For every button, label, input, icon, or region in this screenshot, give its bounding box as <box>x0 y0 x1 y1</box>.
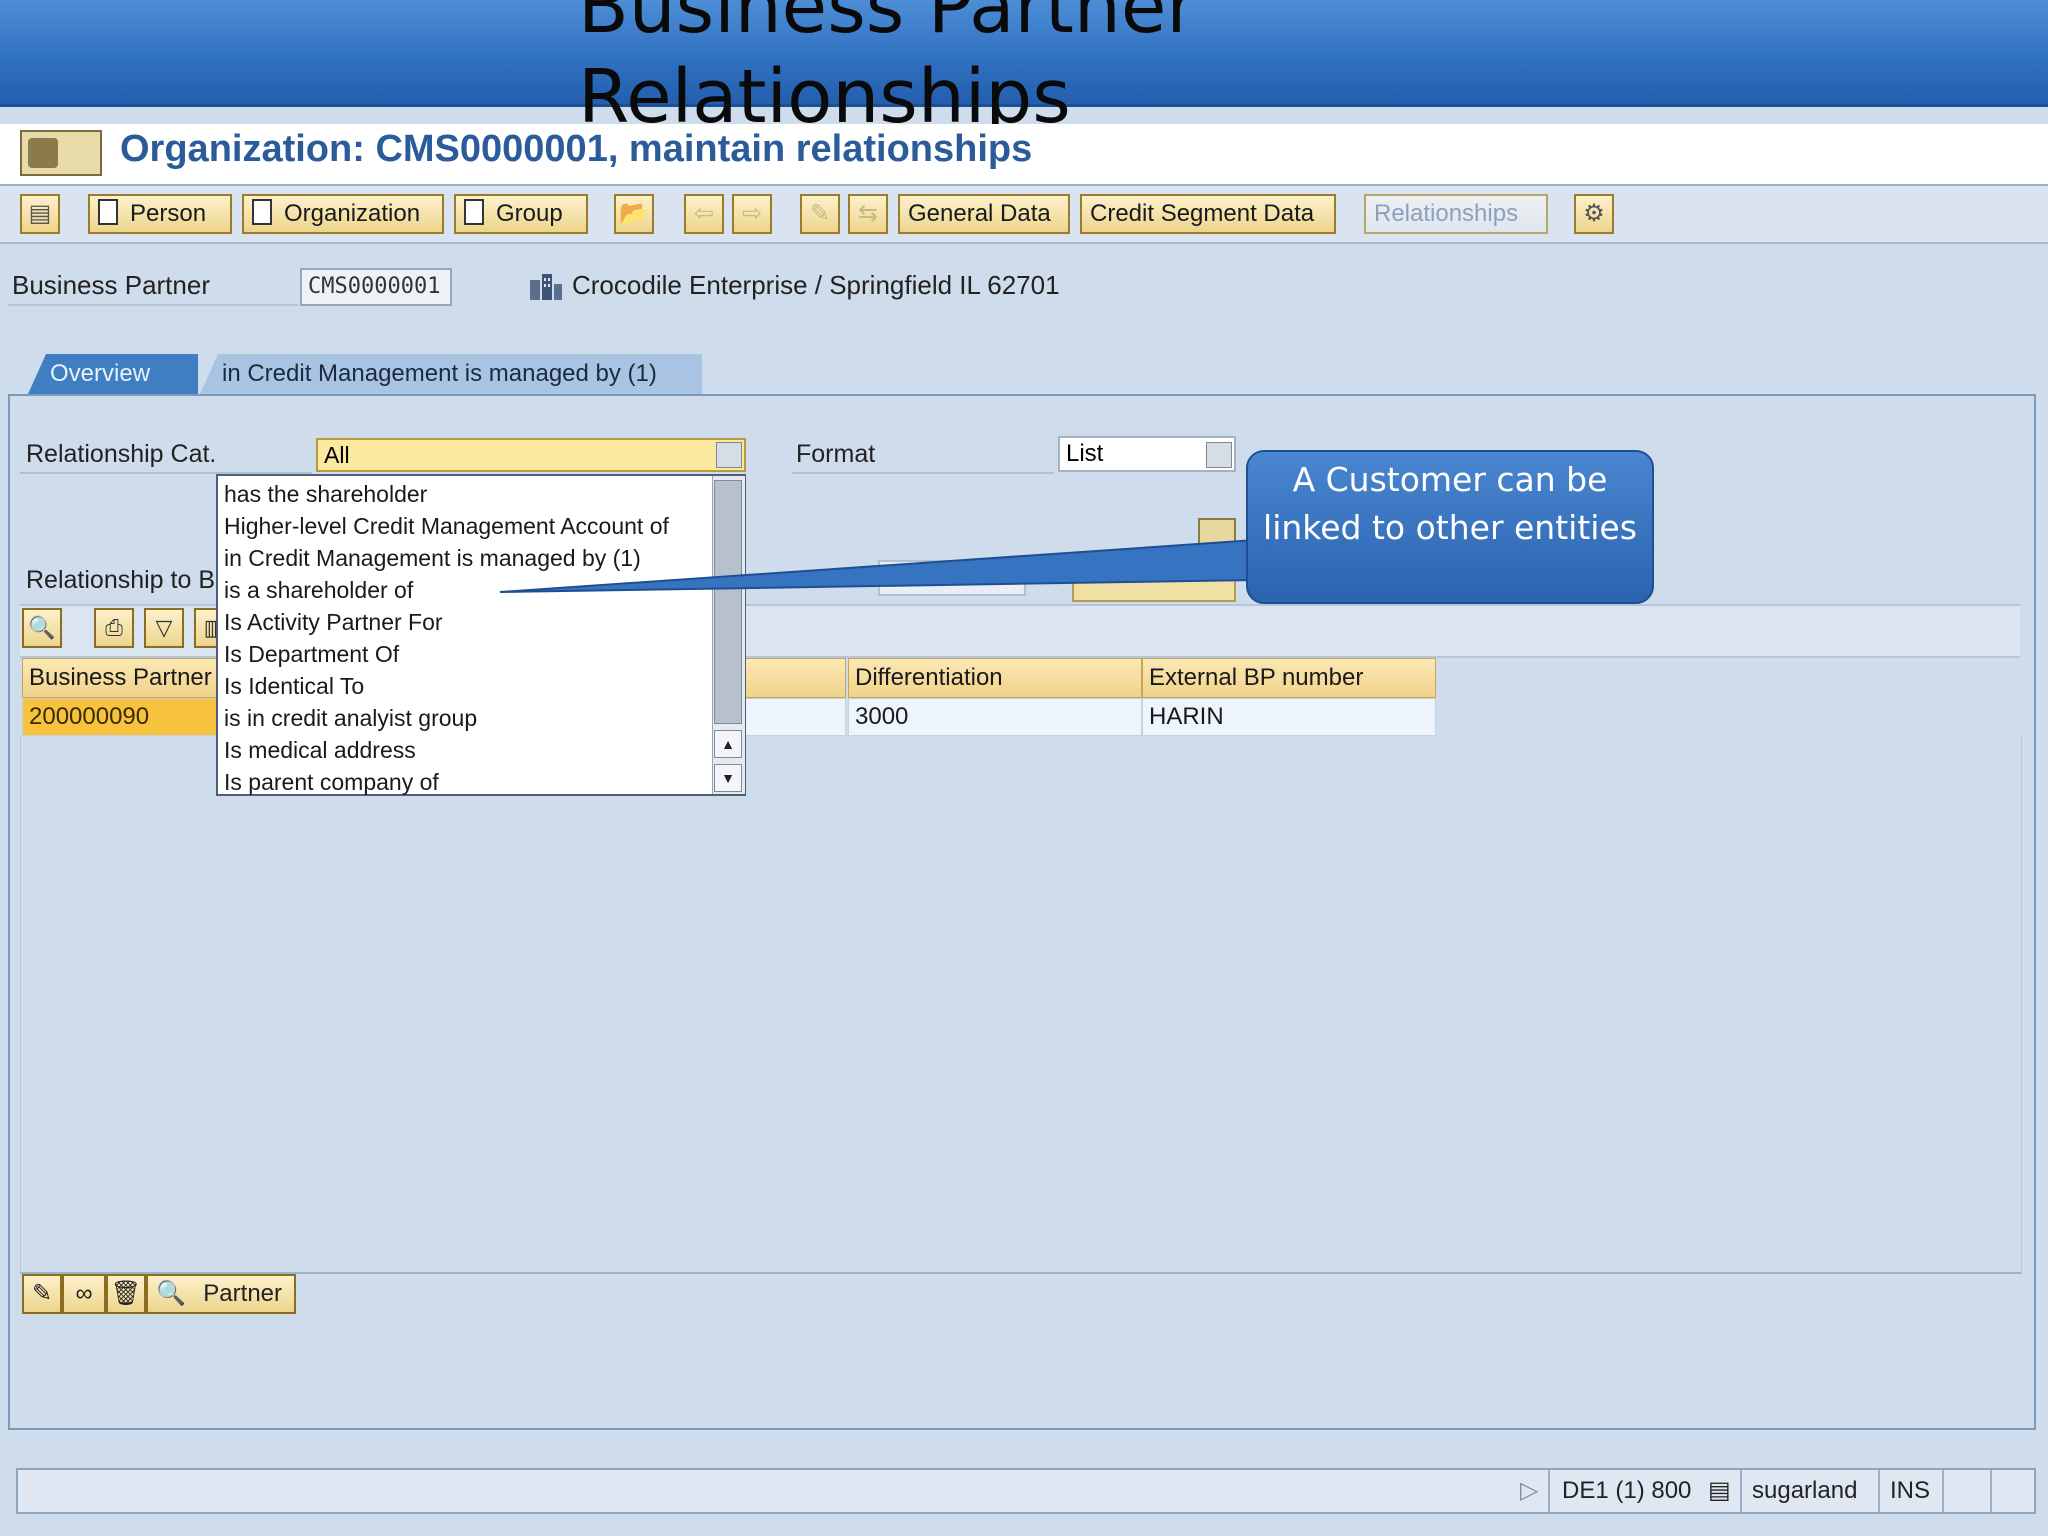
business-partner-label: Business Partner <box>12 270 210 300</box>
credit-segment-data-button[interactable]: Credit Segment Data <box>1080 194 1336 234</box>
status-divider <box>1740 1470 1742 1512</box>
pencil-icon[interactable]: ✎ <box>22 1274 62 1314</box>
create-button[interactable] <box>1072 562 1236 602</box>
settings-icon[interactable]: ⚙ <box>1574 194 1614 234</box>
table-cell-business-partner[interactable]: 200000090 <box>22 698 218 736</box>
general-data-button[interactable]: General Data <box>898 194 1070 234</box>
person-button[interactable]: Person <box>88 194 232 234</box>
switch-icon[interactable]: ⇆ <box>848 194 888 234</box>
organization-icon <box>530 274 562 300</box>
trash-icon[interactable]: 🗑 <box>106 1274 146 1314</box>
dropdown-option[interactable]: is in credit analyist group <box>224 702 477 734</box>
display-change-icon[interactable]: ▤ <box>20 194 60 234</box>
page-title: Organization: CMS0000001, maintain relat… <box>120 128 1033 170</box>
scrollbar-thumb[interactable] <box>714 480 742 724</box>
slide-title: Business Partner Relationships <box>578 0 1197 140</box>
partner-button-label: Partner <box>203 1280 282 1307</box>
filter-icon[interactable]: ▽ <box>144 608 184 648</box>
status-expand-icon[interactable]: ▷ <box>1520 1474 1538 1508</box>
status-server: sugarland <box>1752 1477 1858 1504</box>
table-cell-external-bp-number[interactable]: HARIN <box>1142 698 1436 736</box>
relationship-to-field[interactable] <box>878 560 1026 596</box>
callout-box: A Customer can be linked to other entiti… <box>1246 450 1654 604</box>
label-underline <box>8 304 298 306</box>
print-icon[interactable]: ⎙ <box>94 608 134 648</box>
menu-icon[interactable] <box>20 130 102 176</box>
tab-credit-management[interactable]: in Credit Management is managed by (1) <box>200 354 702 394</box>
dropdown-option[interactable]: Is medical address <box>224 734 416 766</box>
partner-search-icon: 🔍 <box>156 1280 186 1307</box>
back-arrow-icon[interactable]: ⇦ <box>684 194 724 234</box>
scroll-up-icon[interactable]: ▲ <box>714 730 742 758</box>
status-divider <box>1942 1470 1944 1512</box>
dropdown-icon[interactable] <box>1206 442 1232 468</box>
tab-overview[interactable]: Overview <box>28 354 198 394</box>
relationship-cat-select[interactable]: All <box>316 438 746 472</box>
dropdown-option[interactable]: Higher-level Credit Management Account o… <box>224 510 669 542</box>
status-list-icon[interactable]: ▤ <box>1708 1474 1731 1508</box>
relationship-to-label: Relationship to B <box>26 566 216 594</box>
details-icon[interactable]: 🔍 <box>22 608 62 648</box>
edit-icon[interactable]: ✎ <box>800 194 840 234</box>
dropdown-option[interactable]: is a shareholder of <box>224 574 413 606</box>
column-header-differentiation[interactable]: Differentiation <box>848 658 1142 698</box>
dropdown-icon[interactable] <box>716 442 742 468</box>
picture-icon[interactable] <box>1198 518 1236 552</box>
status-bar <box>16 1468 2036 1514</box>
glasses-icon[interactable]: ∞ <box>62 1274 106 1314</box>
open-folder-icon[interactable]: 📂 <box>614 194 654 234</box>
relationships-button[interactable]: Relationships <box>1364 194 1548 234</box>
dropdown-option[interactable]: in Credit Management is managed by (1) <box>224 542 641 574</box>
business-partner-description: Crocodile Enterprise / Springfield IL 62… <box>572 270 1060 300</box>
business-partner-field[interactable]: CMS0000001 <box>300 268 452 306</box>
dropdown-option[interactable]: Is Identical To <box>224 670 364 702</box>
relationship-cat-dropdown: has the shareholder Higher-level Credit … <box>216 474 746 796</box>
label-underline <box>792 472 1054 474</box>
status-divider <box>1548 1470 1550 1512</box>
status-mode: INS <box>1890 1477 1931 1504</box>
partner-button[interactable]: 🔍 Partner <box>146 1274 296 1314</box>
format-label: Format <box>796 440 876 468</box>
dropdown-option[interactable]: Is Department Of <box>224 638 399 670</box>
relationship-cat-label: Relationship Cat. <box>26 440 217 468</box>
dropdown-option[interactable]: has the shareholder <box>224 478 427 510</box>
status-system: DE1 (1) 800 <box>1562 1477 1692 1504</box>
grid-body <box>20 736 2022 1274</box>
status-divider <box>1878 1470 1880 1512</box>
status-divider <box>1990 1470 1992 1512</box>
forward-arrow-icon[interactable]: ⇨ <box>732 194 772 234</box>
dropdown-option[interactable]: Is parent company of <box>224 766 439 798</box>
dropdown-option[interactable]: Is Activity Partner For <box>224 606 443 638</box>
table-cell-differentiation[interactable]: 3000 <box>848 698 1142 736</box>
column-header-external-bp-number[interactable]: External BP number <box>1142 658 1436 698</box>
organization-button[interactable]: Organization <box>242 194 444 234</box>
scroll-down-icon[interactable]: ▼ <box>714 764 742 792</box>
group-button[interactable]: Group <box>454 194 588 234</box>
